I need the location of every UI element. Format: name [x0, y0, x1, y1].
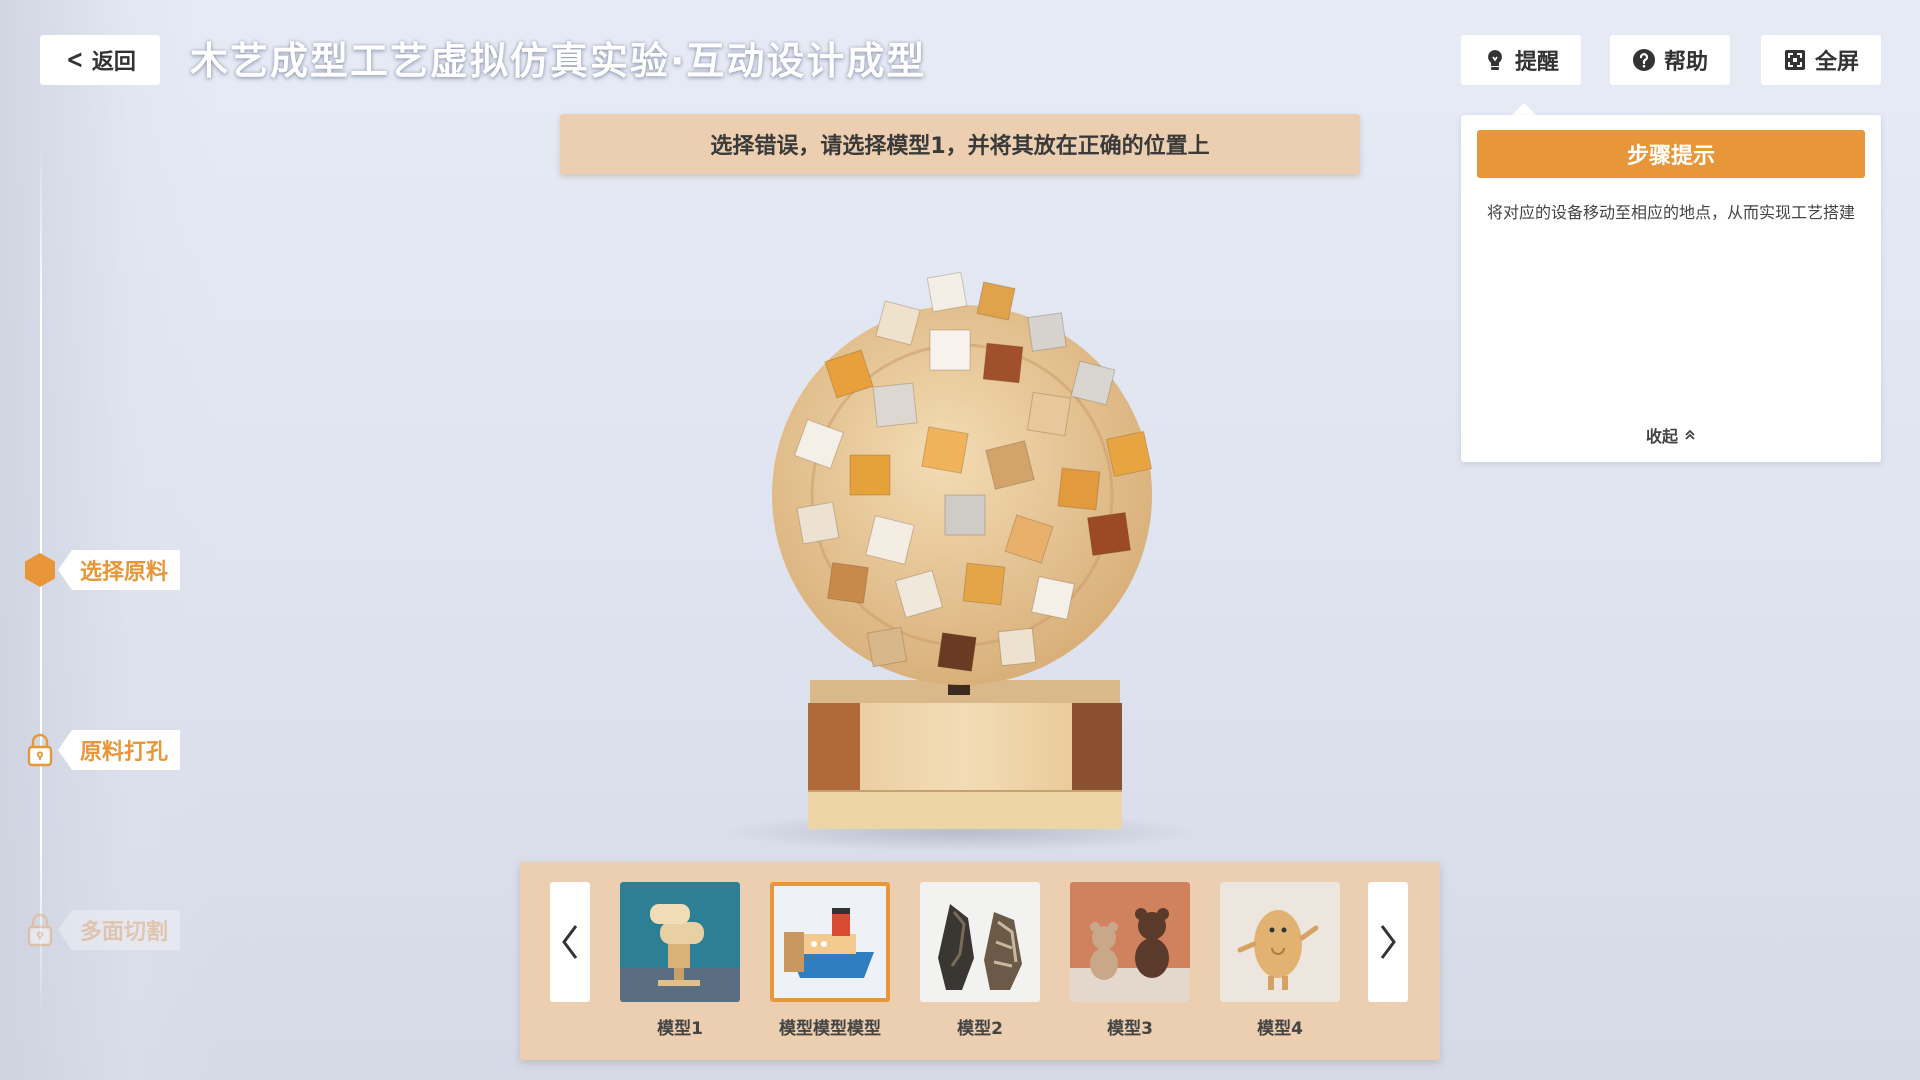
chevron-right-icon [1380, 925, 1396, 959]
model-label: 模型4 [1257, 1019, 1303, 1039]
collapse-button[interactable]: 收起 [1461, 423, 1881, 447]
remind-button[interactable]: 提醒 [1461, 35, 1581, 85]
help-circle-icon [1632, 49, 1655, 71]
model-thumb-3[interactable]: 模型2 [920, 882, 1040, 1039]
model-4-image [1070, 882, 1190, 1002]
collapse-label: 收起 [1645, 427, 1678, 446]
model-thumb-5[interactable]: 模型4 [1220, 882, 1340, 1039]
step-label: 多面切割 [57, 910, 181, 950]
lock-icon [27, 913, 53, 947]
hexagon-icon [25, 553, 55, 587]
wood-cube-sculpture-model[interactable] [700, 235, 1220, 855]
fullscreen-button[interactable]: 全屏 [1761, 35, 1881, 85]
model-picker: 模型1 模型模型模型 模型2 模型3 模型4 [520, 862, 1440, 1060]
model-label: 模型3 [1107, 1019, 1153, 1039]
model-2-image [770, 882, 890, 1002]
step-drill-material[interactable]: 原料打孔 [22, 728, 181, 772]
help-button[interactable]: 帮助 [1610, 35, 1730, 85]
tip-panel-text: 将对应的设备移动至相应的地点，从而实现工艺搭建 [1486, 203, 1855, 222]
double-chevron-up-icon [1685, 429, 1695, 440]
chevron-left-icon: < [66, 45, 84, 75]
fullscreen-icon [1784, 50, 1805, 70]
model-label: 模型1 [657, 1019, 703, 1039]
lock-icon [27, 733, 53, 767]
lightbulb-icon [1488, 50, 1502, 70]
model-thumb-2[interactable]: 模型模型模型 [770, 882, 890, 1039]
step-select-material[interactable]: 选择原料 [22, 548, 181, 592]
step-label: 原料打孔 [57, 730, 181, 770]
model-thumb-1[interactable]: 模型1 [620, 882, 740, 1039]
next-button[interactable] [1368, 882, 1408, 1002]
hint-banner: 选择错误，请选择模型1，并将其放在正确的位置上 [560, 114, 1360, 174]
model-3-image [920, 882, 1040, 1002]
model-5-image [1220, 882, 1340, 1002]
help-label: 帮助 [1663, 50, 1708, 75]
chevron-left-icon [562, 925, 578, 959]
model-1-image [620, 882, 740, 1002]
back-button[interactable]: < 返回 [40, 35, 160, 85]
page-title: 木艺成型工艺虚拟仿真实验·互动设计成型 [190, 39, 927, 83]
back-label: 返回 [91, 50, 136, 75]
model-label: 模型2 [957, 1019, 1003, 1039]
tip-panel-title: 步骤提示 [1477, 130, 1865, 178]
model-label: 模型模型模型 [779, 1019, 881, 1039]
remind-label: 提醒 [1514, 50, 1559, 75]
model-thumb-4[interactable]: 模型3 [1070, 882, 1190, 1039]
fullscreen-label: 全屏 [1814, 50, 1859, 75]
step-multi-face-cutting: 多面切割 [22, 908, 181, 952]
step-label: 选择原料 [57, 550, 181, 590]
prev-button[interactable] [550, 882, 590, 1002]
step-tip-panel: 步骤提示 将对应的设备移动至相应的地点，从而实现工艺搭建 收起 [1461, 115, 1881, 462]
